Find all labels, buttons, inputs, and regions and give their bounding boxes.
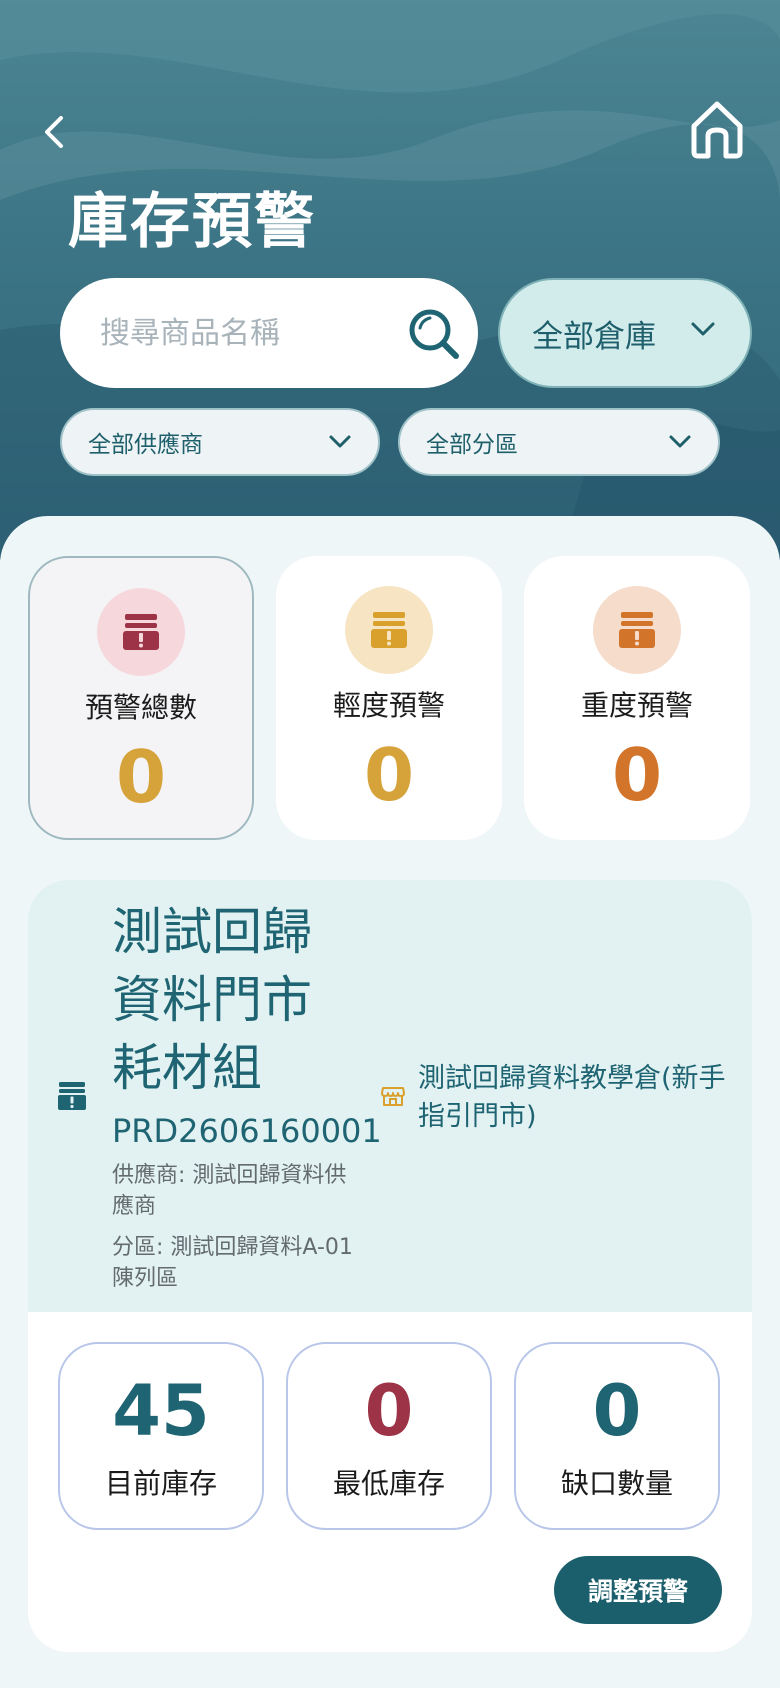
product-box-icon xyxy=(58,1082,86,1110)
chevron-left-icon xyxy=(45,116,63,148)
zone-select-label: 全部分區 xyxy=(426,432,518,458)
warning-box-icon xyxy=(123,614,159,650)
store-icon xyxy=(381,1087,405,1106)
current-stock-value: 45 xyxy=(112,1370,210,1452)
chevron-down-icon xyxy=(691,322,715,336)
home-icon xyxy=(691,101,743,159)
warning-box-icon xyxy=(619,612,655,648)
current-stock-card: 45 目前庫存 xyxy=(58,1342,264,1530)
stat-label: 重度預警 xyxy=(580,689,693,722)
stat-icon-bg xyxy=(345,586,433,674)
back-button[interactable] xyxy=(34,108,74,156)
stat-card-mild[interactable]: 輕度預警 0 xyxy=(276,556,502,840)
min-stock-label: 最低庫存 xyxy=(332,1467,445,1500)
product-code: PRD2606160001 xyxy=(112,1112,382,1150)
page-title: 庫存預警 xyxy=(68,187,316,257)
stat-card-total[interactable]: 預警總數 0 xyxy=(28,556,254,840)
product-card[interactable]: 測試回歸資料門市耗材組 PRD2606160001 供應商: 測試回歸資料供應商… xyxy=(28,880,752,1652)
header: 庫存預警 全部倉庫 全部供應商 全部分區 xyxy=(0,0,780,560)
shortage-card: 0 缺口數量 xyxy=(514,1342,720,1530)
stat-icon-bg xyxy=(593,586,681,674)
search-input[interactable] xyxy=(100,315,390,351)
min-stock-value: 0 xyxy=(364,1370,414,1452)
stat-card-severe[interactable]: 重度預警 0 xyxy=(524,556,750,840)
product-zone: 分區: 測試回歸資料A-01陳列區 xyxy=(112,1235,353,1291)
stat-label: 預警總數 xyxy=(84,691,197,724)
search-icon[interactable] xyxy=(406,306,462,362)
chevron-down-icon xyxy=(329,435,351,448)
stat-label: 輕度預警 xyxy=(332,689,445,722)
store-name: 測試回歸資料教學倉(新手指引門市) xyxy=(418,1063,726,1132)
supplier-select[interactable]: 全部供應商 xyxy=(60,408,380,476)
stat-value: 0 xyxy=(363,733,415,817)
home-button[interactable] xyxy=(688,98,746,160)
chevron-down-icon xyxy=(669,435,691,448)
supplier-select-label: 全部供應商 xyxy=(88,432,203,458)
warning-box-icon xyxy=(371,612,407,648)
product-card-header: 測試回歸資料門市耗材組 PRD2606160001 供應商: 測試回歸資料供應商… xyxy=(28,880,752,1312)
shortage-value: 0 xyxy=(592,1370,642,1452)
current-stock-label: 目前庫存 xyxy=(104,1467,217,1500)
search-bar xyxy=(60,278,478,388)
warehouse-select-label: 全部倉庫 xyxy=(532,318,656,355)
product-supplier: 供應商: 測試回歸資料供應商 xyxy=(112,1163,347,1219)
stat-value: 0 xyxy=(115,735,167,819)
shortage-label: 缺口數量 xyxy=(560,1467,673,1500)
adjust-alert-button[interactable]: 調整預警 xyxy=(554,1556,722,1624)
min-stock-card: 0 最低庫存 xyxy=(286,1342,492,1530)
zone-select[interactable]: 全部分區 xyxy=(398,408,720,476)
product-name: 測試回歸資料門市耗材組 xyxy=(112,903,312,1097)
warehouse-select[interactable]: 全部倉庫 xyxy=(498,278,752,388)
stat-icon-bg xyxy=(97,588,185,676)
stat-value: 0 xyxy=(611,733,663,817)
